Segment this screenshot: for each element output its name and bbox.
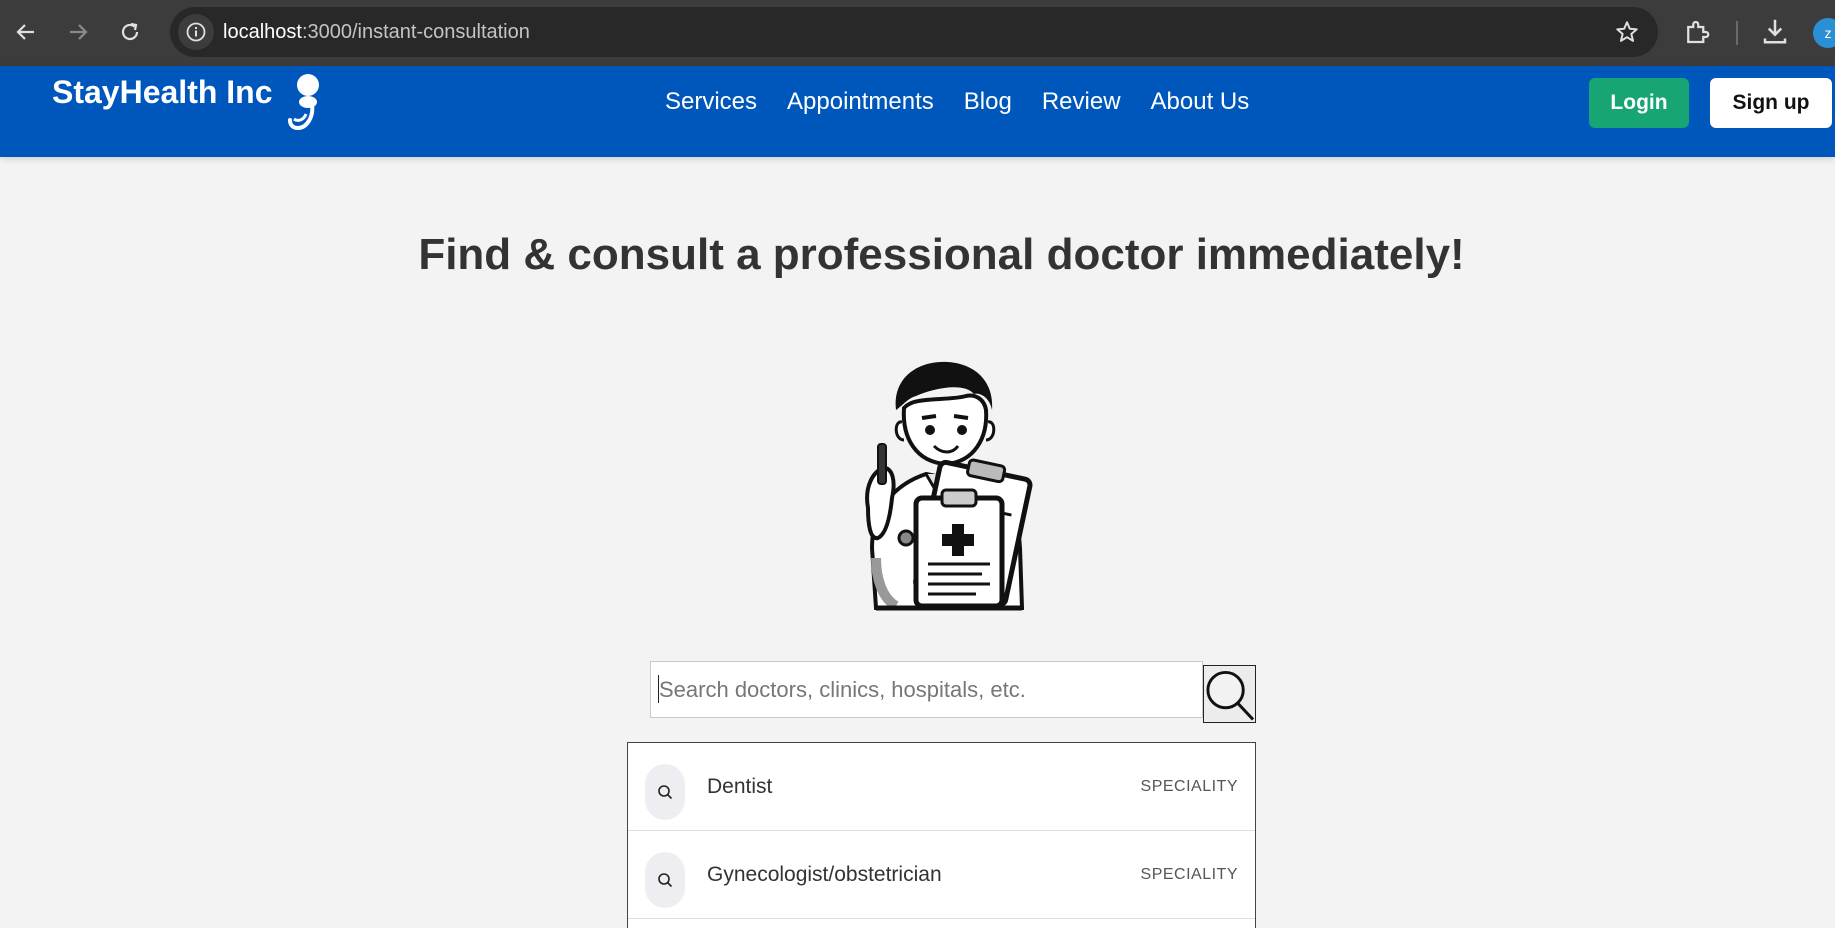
- search-suggestions: Dentist SPECIALITY Gynecologist/obstetri…: [627, 742, 1256, 928]
- arrow-left-icon: [16, 24, 34, 40]
- reload-button[interactable]: [110, 12, 150, 52]
- search-icon: [645, 764, 685, 820]
- nav-services[interactable]: Services: [665, 88, 757, 116]
- suggestion-type: SPECIALITY: [1140, 778, 1238, 795]
- login-button[interactable]: Login: [1589, 78, 1689, 128]
- forward-button[interactable]: [58, 12, 98, 52]
- search-button[interactable]: [1203, 665, 1256, 723]
- url-text[interactable]: localhost:3000/instant-consultation: [223, 21, 530, 44]
- stethoscope-icon: [284, 72, 324, 139]
- text-cursor: [658, 675, 659, 703]
- site-info-icon[interactable]: [178, 14, 214, 50]
- suggestion-name: Gynecologist/obstetrician: [707, 863, 942, 886]
- address-bar[interactable]: localhost:3000/instant-consultation: [170, 7, 1658, 57]
- nav-about-us[interactable]: About Us: [1151, 88, 1250, 116]
- signup-button[interactable]: Sign up: [1710, 78, 1832, 128]
- bookmark-star-icon[interactable]: [1614, 19, 1640, 50]
- url-host: localhost: [223, 21, 302, 43]
- extensions-icon[interactable]: [1682, 17, 1712, 52]
- browser-toolbar: localhost:3000/instant-consultation z: [0, 0, 1835, 66]
- suggestion-type: SPECIALITY: [1140, 866, 1238, 883]
- doctor-illustration: [856, 358, 1036, 618]
- site-header: StayHealth Inc Services Appointments Blo…: [0, 66, 1835, 157]
- url-path: :3000/instant-consultation: [301, 21, 530, 43]
- suggestion-item[interactable]: Gynecologist/obstetrician SPECIALITY: [628, 831, 1255, 919]
- suggestion-item[interactable]: Dentist SPECIALITY: [628, 743, 1255, 831]
- nav-appointments[interactable]: Appointments: [787, 88, 934, 116]
- download-icon[interactable]: [1760, 16, 1790, 51]
- main-nav: Services Appointments Blog Review About …: [665, 88, 1249, 116]
- toolbar-divider: [1736, 21, 1738, 45]
- profile-avatar[interactable]: z: [1813, 18, 1835, 48]
- reload-icon: [121, 22, 139, 41]
- search-icon: [1206, 670, 1255, 721]
- nav-review[interactable]: Review: [1042, 88, 1121, 116]
- search-icon: [645, 852, 685, 908]
- back-button[interactable]: [6, 12, 46, 52]
- arrow-right-icon: [70, 24, 88, 40]
- search-input[interactable]: [650, 661, 1203, 718]
- brand-logo-text[interactable]: StayHealth Inc: [52, 74, 273, 111]
- nav-blog[interactable]: Blog: [964, 88, 1012, 116]
- page-title: Find & consult a professional doctor imm…: [418, 230, 1465, 279]
- suggestion-name: Dentist: [707, 775, 773, 798]
